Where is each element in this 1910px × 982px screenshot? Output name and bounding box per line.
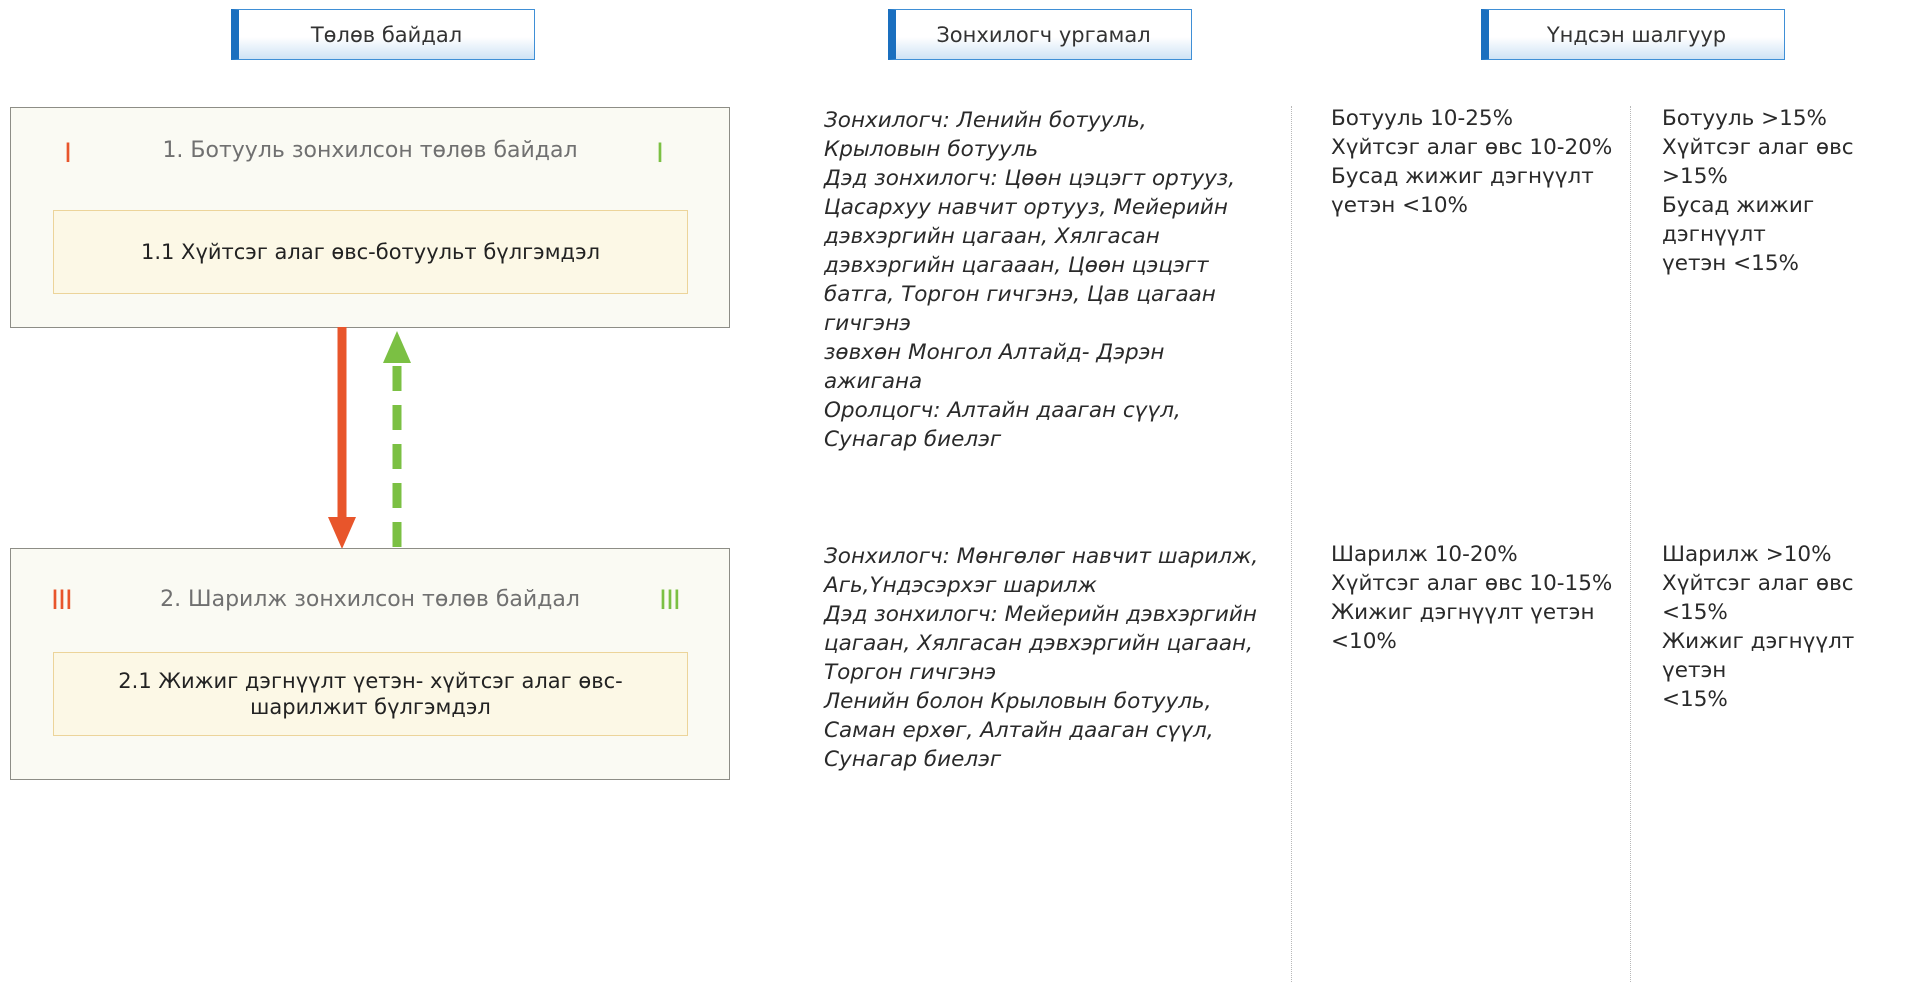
plant-line: гичгэнэ (824, 311, 911, 336)
criteria-line: Ботууль >15% (1662, 106, 1827, 131)
plant-line: дэвхэргийн цагааан, Цөөн цэцэгт (824, 253, 1209, 278)
header-criteria: Үндсэн шалгуур (1481, 9, 1785, 60)
column-divider-1 (1291, 106, 1292, 982)
state-box-1: I 1. Ботууль зонхилсон төлөв байдал I 1.… (10, 107, 730, 328)
plant-line: Сунагар биелэг (824, 747, 1002, 772)
plant-line: Сунагар биелэг (824, 427, 1002, 452)
header-indicator-plants-label: Зонхилогч ургамал (936, 22, 1151, 47)
criteria-state-1-threshold: Ботууль >15% Хүйтсэг алаг өвс >15% Бусад жи… (1662, 104, 1910, 278)
plant-line: Саман ерхөг, Алтайн дааган сүүл, (824, 718, 1214, 743)
criteria-line: >15% (1662, 164, 1728, 189)
community-2-1: 2.1 Жижиг дэгнүүлт үетэн- хүйтсэг алаг ө… (53, 652, 688, 736)
degradation-arrow-head (328, 517, 356, 549)
criteria-line: Жижиг дэгнүүлт үетэн (1331, 600, 1595, 625)
header-states: Төлөв байдал (231, 9, 535, 60)
criteria-line: Хүйтсэг алаг өвс (1662, 571, 1854, 596)
community-1-1: 1.1 Хүйтсэг алаг өвс-ботуульт бүлгэмдэл (53, 210, 688, 294)
criteria-line: Хүйтсэг алаг өвс 10-15% (1331, 571, 1613, 596)
plant-line: Торгон гичгэнэ (824, 660, 997, 685)
state-1-mark-right: I (656, 138, 664, 169)
plant-line: Ленийн болон Крыловын ботууль, (824, 689, 1212, 714)
criteria-line: үетэн <15% (1662, 251, 1799, 276)
criteria-line: <15% (1662, 687, 1728, 712)
plant-line: Дэд зонхилогч: Цөөн цэцэгт ортууз, (824, 166, 1236, 191)
criteria-line: Бусад жижиг дэгнүүлт (1331, 164, 1594, 189)
plant-line: дэвхэргийн цагаан, Хялгасан (824, 224, 1160, 249)
criteria-state-2-threshold: Шарилж >10% Хүйтсэг алаг өвс <15% Жижиг дэг… (1662, 540, 1910, 714)
header-indicator-plants: Зонхилогч ургамал (888, 9, 1192, 60)
criteria-line: Хүйтсэг алаг өвс 10-20% (1331, 135, 1613, 160)
plant-line: цагаан, Хялгасан дэвхэргийн цагаан, (824, 631, 1253, 656)
community-2-1-label: 2.1 Жижиг дэгнүүлт үетэн- хүйтсэг алаг ө… (118, 668, 623, 719)
criteria-state-2-range: Шарилж 10-20% Хүйтсэг алаг өвс 10-15% Жижи… (1331, 540, 1631, 656)
state-2-title: 2. Шарилж зонхилсон төлөв байдал (160, 587, 580, 612)
plant-line: ажигана (824, 369, 923, 394)
criteria-line: Хүйтсэг алаг өвс (1662, 135, 1854, 160)
criteria-line: Шарилж 10-20% (1331, 542, 1518, 567)
plant-line: Цасархуу навчит ортууз, Мейерийн (824, 195, 1228, 220)
state-2-mark-right: III (659, 585, 681, 616)
plant-line: Агь,Үндэсэрхэг шарилж (824, 573, 1097, 598)
criteria-line: Ботууль 10-25% (1331, 106, 1514, 131)
criteria-line: Шарилж >10% (1662, 542, 1832, 567)
indicator-plants-state-2: Зонхилогч: Мөнгөлөг навчит шарилж, Агь,Үн… (824, 542, 1264, 774)
state-1-title: 1. Ботууль зонхилсон төлөв байдал (162, 138, 578, 163)
criteria-line: <10% (1331, 629, 1397, 654)
header-states-label: Төлөв байдал (310, 22, 463, 47)
plant-line: Крыловын ботууль (824, 137, 1039, 162)
plant-line: Зонхилогч: Мөнгөлөг навчит шарилж, (824, 544, 1259, 569)
plant-line: Дэд зонхилогч: Мейерийн дэвхэргийн (824, 602, 1257, 627)
criteria-line: Бусад жижиг дэгнүүлт (1662, 193, 1815, 247)
criteria-line: <15% (1662, 600, 1728, 625)
criteria-line: Жижиг дэгнүүлт үетэн (1662, 629, 1855, 683)
criteria-line: үетэн <10% (1331, 193, 1468, 218)
criteria-state-1-range: Ботууль 10-25% Хүйтсэг алаг өвс 10-20% Бус… (1331, 104, 1631, 220)
indicator-plants-state-1: Зонхилогч: Ленийн ботууль, Крыловын ботуу… (824, 106, 1264, 454)
header-criteria-label: Үндсэн шалгуур (1546, 22, 1727, 47)
plant-line: Зонхилогч: Ленийн ботууль, (824, 108, 1147, 133)
community-1-1-label: 1.1 Хүйтсэг алаг өвс-ботуульт бүлгэмдэл (140, 239, 601, 264)
recovery-arrow-head (383, 331, 411, 363)
plant-line: Оролцогч: Алтайн дааган сүүл, (824, 398, 1181, 423)
transition-arrows (328, 327, 411, 549)
state-box-2: III 2. Шарилж зонхилсон төлөв байдал III… (10, 548, 730, 780)
plant-line: батга, Торгон гичгэнэ, Цав цагаан (824, 282, 1216, 307)
plant-line: зөвхөн Монгол Алтайд- Дэрэн (824, 340, 1165, 365)
